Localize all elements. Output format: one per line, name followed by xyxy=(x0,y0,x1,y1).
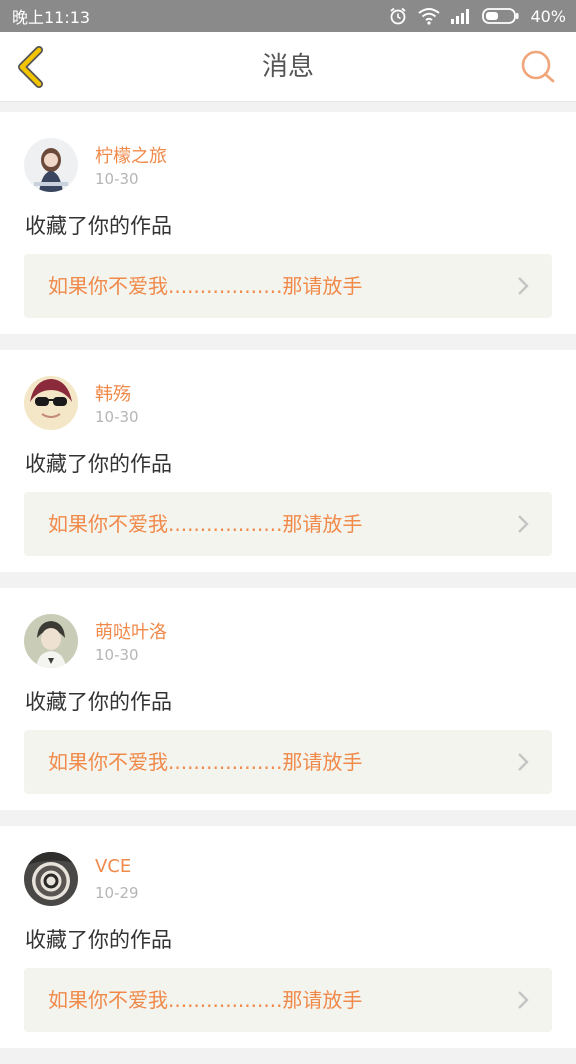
work-link[interactable]: 如果你不爱我..................那请放手 xyxy=(24,730,552,794)
chevron-right-icon xyxy=(518,515,529,533)
work-title: 如果你不爱我..................那请放手 xyxy=(48,988,363,1012)
alarm-icon xyxy=(388,6,408,26)
avatar[interactable] xyxy=(24,614,78,668)
message-list: 柠檬之旅 10-30 收藏了你的作品 如果你不爱我...............… xyxy=(0,112,576,1064)
chevron-left-icon xyxy=(18,46,43,88)
work-link[interactable]: 如果你不爱我..................那请放手 xyxy=(24,254,552,318)
work-title: 如果你不爱我..................那请放手 xyxy=(48,274,363,298)
username[interactable]: VCE xyxy=(95,856,131,877)
message-card: 韩殇 10-30 收藏了你的作品 如果你不爱我.................… xyxy=(0,350,576,572)
message-card: 萌哒叶洛 10-30 收藏了你的作品 如果你不爱我...............… xyxy=(0,588,576,810)
avatar[interactable] xyxy=(24,138,78,192)
work-link[interactable]: 如果你不爱我..................那请放手 xyxy=(24,968,552,1032)
message-date: 10-30 xyxy=(95,408,139,426)
avatar[interactable] xyxy=(24,376,78,430)
action-text: 收藏了你的作品 xyxy=(25,928,172,952)
work-title: 如果你不爱我..................那请放手 xyxy=(48,512,363,536)
work-title: 如果你不爱我..................那请放手 xyxy=(48,750,363,774)
action-text: 收藏了你的作品 xyxy=(25,214,172,238)
message-card: 柠檬之旅 10-30 收藏了你的作品 如果你不爱我...............… xyxy=(0,112,576,334)
page-title: 消息 xyxy=(261,52,314,82)
chevron-right-icon xyxy=(518,991,529,1009)
back-button[interactable] xyxy=(14,46,48,88)
status-bar: 晚上11:13 40% xyxy=(0,0,576,32)
battery-percentage: 40% xyxy=(530,6,566,26)
work-link[interactable]: 如果你不爱我..................那请放手 xyxy=(24,492,552,556)
chevron-right-icon xyxy=(518,753,529,771)
action-text: 收藏了你的作品 xyxy=(25,452,172,476)
wifi-icon xyxy=(418,7,441,25)
battery-icon xyxy=(482,7,520,25)
action-text: 收藏了你的作品 xyxy=(25,690,172,714)
signal-icon xyxy=(450,8,472,24)
message-date: 10-30 xyxy=(95,170,139,188)
username[interactable]: 韩殇 xyxy=(95,380,131,406)
message-card: VCE 10-29 收藏了你的作品 如果你不爱我................… xyxy=(0,826,576,1048)
message-date: 10-29 xyxy=(95,884,139,902)
chevron-right-icon xyxy=(518,277,529,295)
search-icon xyxy=(521,50,555,83)
status-icons: 40% xyxy=(388,6,566,26)
nav-bar: 消息 xyxy=(0,32,576,102)
message-date: 10-30 xyxy=(95,646,139,664)
status-time: 晚上11:13 xyxy=(12,8,91,27)
avatar[interactable] xyxy=(24,852,78,906)
search-button[interactable] xyxy=(520,49,556,85)
username[interactable]: 柠檬之旅 xyxy=(95,142,167,168)
username[interactable]: 萌哒叶洛 xyxy=(95,618,167,644)
